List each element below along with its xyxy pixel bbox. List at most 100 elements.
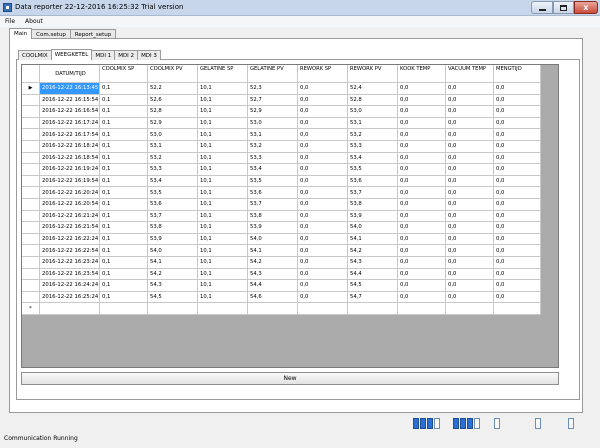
table-cell[interactable]: 0,0 <box>446 83 494 95</box>
table-cell[interactable]: 2016-12-22 16:15:54 <box>40 94 100 107</box>
table-cell[interactable]: 0,0 <box>494 187 541 199</box>
table-cell[interactable]: 0,0 <box>494 280 541 292</box>
table-cell[interactable]: 0,0 <box>298 187 348 199</box>
row-header[interactable]: ▶ <box>22 83 40 95</box>
table-cell[interactable]: 54,3 <box>148 280 198 292</box>
table-cell[interactable]: 0,0 <box>446 175 494 188</box>
table-cell[interactable]: 0,0 <box>298 245 348 257</box>
table-cell[interactable]: 53,6 <box>248 187 298 199</box>
table-cell[interactable]: 54,1 <box>248 245 298 257</box>
table-cell[interactable]: 53,6 <box>348 175 398 188</box>
table-cell[interactable]: 0,0 <box>494 233 541 246</box>
table-cell[interactable]: 0,0 <box>494 152 541 165</box>
table-cell[interactable]: 10,1 <box>198 94 248 107</box>
table-cell[interactable]: 0,0 <box>446 117 494 130</box>
table-cell[interactable]: 0,0 <box>446 106 494 118</box>
table-cell[interactable]: 53,2 <box>248 140 298 153</box>
table-cell[interactable] <box>398 303 446 315</box>
table-cell[interactable]: 0,0 <box>494 256 541 269</box>
table-cell[interactable]: 0,0 <box>398 280 446 292</box>
table-cell[interactable]: 2016-12-22 16:21:54 <box>40 222 100 234</box>
table-cell[interactable]: 0,0 <box>446 152 494 165</box>
table-cell[interactable]: 0,0 <box>494 210 541 223</box>
table-cell[interactable]: 52,8 <box>348 94 398 107</box>
table-cell[interactable]: 10,1 <box>198 233 248 246</box>
tab-main[interactable]: Main <box>9 28 33 39</box>
row-header[interactable] <box>22 175 40 188</box>
tab-coolmix[interactable]: COOLMIX <box>18 50 52 60</box>
table-cell[interactable]: 53,4 <box>148 175 198 188</box>
row-header[interactable] <box>22 198 40 211</box>
table-cell[interactable]: 52,3 <box>248 83 298 95</box>
table-row[interactable]: 2016-12-22 16:18:54 0,1 53,2 10,1 53,3 0,0 53,… <box>22 152 541 165</box>
table-cell[interactable]: 10,1 <box>198 164 248 176</box>
table-row[interactable]: 2016-12-22 16:18:24 0,1 53,1 10,1 53,2 0,0 53,… <box>22 140 541 153</box>
data-grid[interactable]: DATUM/TIJD COOLMIX SP COOLMIX PV GELATINE S… <box>21 64 559 368</box>
table-cell[interactable]: 52,9 <box>248 106 298 118</box>
table-cell[interactable]: 0,0 <box>298 117 348 130</box>
table-row[interactable]: 2016-12-22 16:22:24 0,1 53,9 10,1 54,0 0,0 54,… <box>22 233 541 246</box>
table-cell[interactable]: 54,2 <box>348 245 398 257</box>
table-cell[interactable]: 53,6 <box>148 198 198 211</box>
table-row[interactable]: 2016-12-22 16:19:54 0,1 53,4 10,1 53,5 0,0 53,… <box>22 175 541 188</box>
table-row[interactable]: 2016-12-22 16:23:54 0,1 54,2 10,1 54,3 0,0 54,… <box>22 268 541 281</box>
table-cell[interactable]: 10,1 <box>198 83 248 95</box>
table-row[interactable]: 2016-12-22 16:22:54 0,1 54,0 10,1 54,1 0,0 54,… <box>22 245 541 257</box>
table-cell[interactable]: 10,1 <box>198 175 248 188</box>
table-cell[interactable]: 0,0 <box>446 94 494 107</box>
table-cell[interactable]: 10,1 <box>198 198 248 211</box>
table-cell[interactable]: 10,1 <box>198 222 248 234</box>
table-cell[interactable]: 0,0 <box>298 94 348 107</box>
table-cell[interactable]: 2016-12-22 16:24:24 <box>40 280 100 292</box>
table-cell[interactable]: 54,3 <box>248 268 298 281</box>
table-cell[interactable]: 53,4 <box>348 152 398 165</box>
table-cell[interactable]: 0,0 <box>298 280 348 292</box>
column-header[interactable]: VACUUM TEMP <box>446 65 494 83</box>
table-cell[interactable]: 53,5 <box>248 175 298 188</box>
table-cell[interactable]: 53,9 <box>348 210 398 223</box>
table-cell[interactable]: 0,0 <box>494 268 541 281</box>
tab-mdi-1[interactable]: MDI 1 <box>91 50 116 60</box>
table-cell[interactable]: 0,0 <box>494 245 541 257</box>
table-cell[interactable]: 0,1 <box>100 210 148 223</box>
table-row[interactable]: 2016-12-22 16:21:54 0,1 53,8 10,1 53,9 0,0 54,… <box>22 222 541 234</box>
table-cell[interactable]: 0,0 <box>398 117 446 130</box>
table-cell[interactable]: 0,1 <box>100 117 148 130</box>
table-row[interactable]: 2016-12-22 16:17:54 0,1 53,0 10,1 53,1 0,0 53,… <box>22 129 541 141</box>
table-cell[interactable]: 0,0 <box>298 140 348 153</box>
row-header[interactable] <box>22 280 40 292</box>
column-header[interactable]: REWORK PV <box>348 65 398 83</box>
table-cell[interactable]: 0,1 <box>100 198 148 211</box>
row-header[interactable] <box>22 222 40 234</box>
table-cell[interactable]: 0,0 <box>298 164 348 176</box>
row-header[interactable] <box>22 245 40 257</box>
column-header[interactable]: REWORK SP <box>298 65 348 83</box>
table-cell[interactable]: 10,1 <box>198 280 248 292</box>
table-cell[interactable]: 0,0 <box>398 291 446 304</box>
table-cell[interactable] <box>100 303 148 315</box>
tab-mdi-2[interactable]: MDI 2 <box>114 50 139 60</box>
table-cell[interactable]: 2016-12-22 16:17:24 <box>40 117 100 130</box>
new-row[interactable]: * <box>22 303 541 315</box>
table-cell[interactable]: 2016-12-22 16:20:24 <box>40 187 100 199</box>
table-cell[interactable]: 10,1 <box>198 129 248 141</box>
table-cell[interactable]: 2016-12-22 16:18:54 <box>40 152 100 165</box>
table-cell[interactable]: 2016-12-22 16:23:24 <box>40 256 100 269</box>
row-header[interactable] <box>22 106 40 118</box>
table-cell[interactable]: 0,0 <box>398 129 446 141</box>
column-header[interactable]: GELATINE SP <box>198 65 248 83</box>
tab-mdi-3[interactable]: MDI 3 <box>137 50 161 60</box>
table-cell[interactable]: 2016-12-22 16:16:54 <box>40 106 100 118</box>
table-cell[interactable]: 10,1 <box>198 106 248 118</box>
table-cell[interactable]: 52,4 <box>348 83 398 95</box>
table-cell[interactable]: 0,0 <box>446 233 494 246</box>
table-row[interactable]: 2016-12-22 16:17:24 0,1 52,9 10,1 53,0 0,0 53,… <box>22 117 541 130</box>
table-cell[interactable]: 0,0 <box>446 245 494 257</box>
table-cell[interactable]: 10,1 <box>198 268 248 281</box>
table-cell[interactable] <box>298 303 348 315</box>
table-cell[interactable]: 0,0 <box>398 256 446 269</box>
table-cell[interactable]: 0,0 <box>494 175 541 188</box>
row-header[interactable] <box>22 210 40 223</box>
table-cell[interactable]: 53,8 <box>248 210 298 223</box>
table-cell[interactable]: 53,1 <box>348 117 398 130</box>
